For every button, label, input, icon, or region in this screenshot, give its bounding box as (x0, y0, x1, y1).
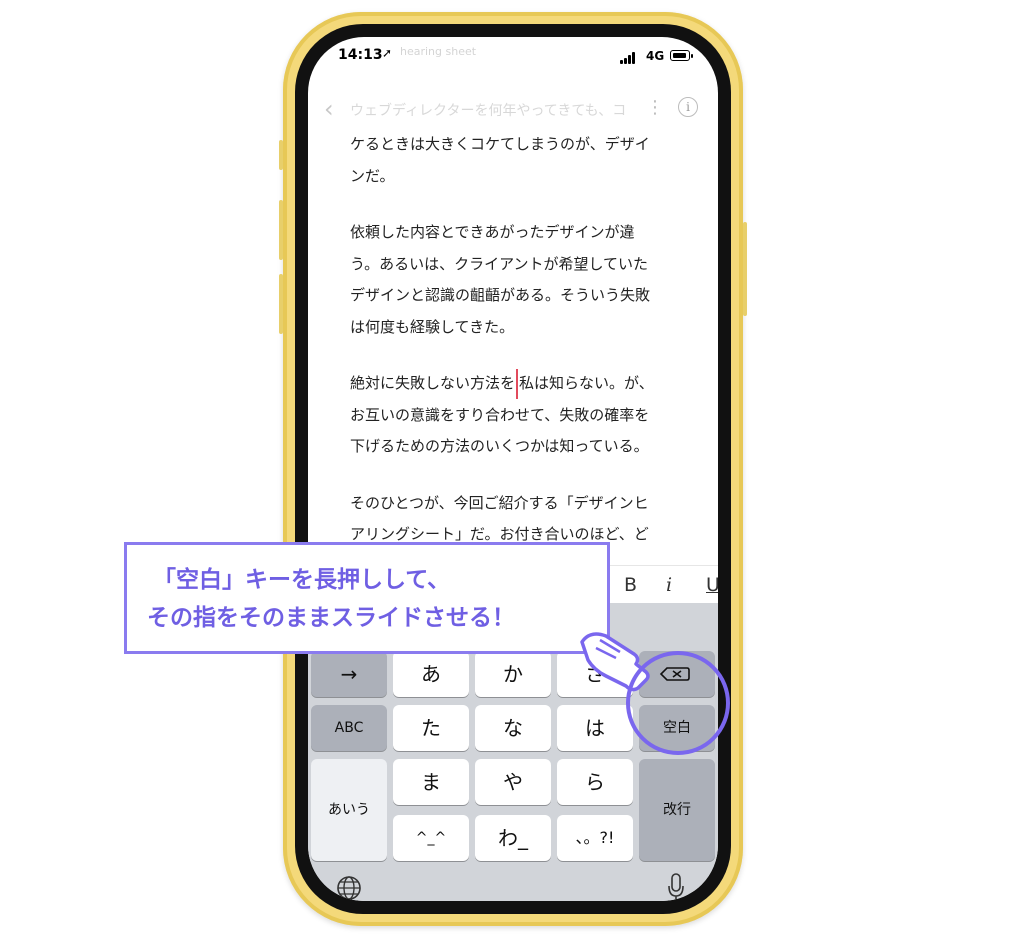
callout-line-2: その指をそのままスライドさせる！ (147, 605, 515, 631)
underline-button[interactable]: U (706, 574, 718, 596)
text-line: アリングシート」だ。お付き合いのほど、ど (350, 525, 649, 543)
paragraph: ケるときは大きくコケてしまうのが、デザイ ンだ。 (350, 129, 680, 192)
paragraph: 絶対に失敗しない方法を 私は知らない。が、 お互いの意識をすり合わせて、失敗の確率… (350, 368, 680, 463)
key-a[interactable]: あ (393, 651, 469, 697)
volume-down-button (279, 274, 283, 334)
phone-frame: 14:13 ➚ hearing sheet 4G ‹ ウェブディレクターを何年や… (279, 12, 747, 926)
paragraph: 依頼した内容とできあがったデザインが違 う。あるいは、クライアントが希望していた… (350, 217, 680, 343)
key-arrow[interactable]: → (311, 651, 387, 697)
text-line: そのひとつが、今回ご紹介する「デザインヒ (350, 493, 649, 512)
text-line: う。あるいは、クライアントが希望していた (350, 254, 649, 273)
text-line: 私は知らない。が、 (519, 374, 654, 392)
location-arrow-icon: ➚ (382, 46, 393, 60)
key-abc[interactable]: ABC (311, 705, 387, 751)
text-line: ンだ。 (350, 166, 395, 185)
volume-up-button (279, 200, 283, 260)
microphone-icon[interactable] (668, 873, 684, 901)
key-na[interactable]: な (475, 705, 551, 751)
instruction-callout: 「空白」キーを長押しして、 その指をそのままスライドさせる！ (124, 542, 610, 654)
text-line: 依頼した内容とできあがったデザインが違 (350, 223, 635, 241)
article-title: ウェブディレクターを何年やってきても、コ (350, 103, 627, 119)
key-ya[interactable]: や (475, 759, 551, 805)
key-ta[interactable]: た (393, 705, 469, 751)
highlight-circle (626, 651, 730, 755)
text-line: ケるときは大きくコケてしまうのが、デザイ (350, 135, 650, 153)
bold-button[interactable]: B (624, 574, 637, 596)
key-kana-mode[interactable]: あいう (311, 759, 387, 861)
italic-button[interactable]: i (666, 574, 672, 596)
key-ma[interactable]: ま (393, 759, 469, 805)
article-body[interactable]: ケるときは大きくコケてしまうのが、デザイ ンだ。 依頼した内容とできあがったデザ… (350, 129, 680, 576)
text-line: お互いの意識をすり合わせて、失敗の確率を (350, 405, 650, 424)
status-bar: 14:13 ➚ hearing sheet 4G (308, 37, 718, 77)
status-time: 14:13 (338, 47, 383, 63)
mute-switch (279, 140, 283, 170)
text-line: デザインと認識の齟齬がある。そういう失敗 (350, 286, 651, 304)
power-button (743, 222, 747, 316)
back-chevron-icon[interactable]: ‹ (324, 95, 334, 123)
callout-line-1: 「空白」キーを長押しして、 (153, 567, 451, 593)
text-line: は何度も経験してきた。 (350, 317, 515, 336)
enter-key[interactable]: 改行 (639, 759, 715, 861)
key-kaomoji[interactable]: ^_^ (393, 815, 469, 861)
key-ha[interactable]: は (557, 705, 633, 751)
info-icon[interactable]: i (678, 97, 698, 117)
key-ra[interactable]: ら (557, 759, 633, 805)
key-punctuation[interactable]: 、。?! (557, 815, 633, 861)
text-line: 下げるための方法のいくつかは知っている。 (350, 437, 649, 455)
key-ka[interactable]: か (475, 651, 551, 697)
status-ghost-text: hearing sheet (400, 45, 477, 58)
key-wa[interactable]: わ_ (475, 815, 551, 861)
battery-icon (670, 50, 693, 61)
globe-icon[interactable] (336, 875, 362, 901)
phone-screen: 14:13 ➚ hearing sheet 4G ‹ ウェブディレクターを何年や… (308, 37, 718, 901)
text-line: 絶対に失敗しない方法を (350, 374, 516, 392)
text-cursor (516, 368, 519, 399)
more-vertical-icon[interactable]: ⋮ (646, 98, 664, 118)
network-type: 4G (646, 49, 665, 63)
editor-navbar: ‹ ウェブディレクターを何年やってきても、コ ⋮ i (308, 95, 718, 125)
signal-icon (620, 52, 640, 64)
